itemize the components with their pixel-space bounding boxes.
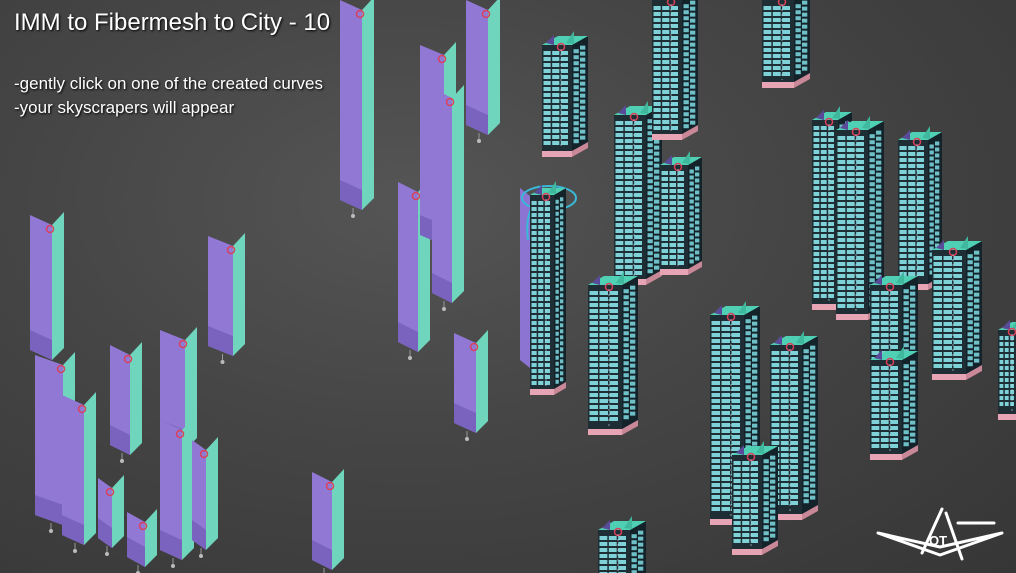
skyscraper (932, 236, 982, 380)
skyscraper (998, 320, 1016, 420)
skyscraper (530, 181, 566, 395)
instructions: -gently click on one of the created curv… (14, 72, 323, 120)
fiber-strand (312, 469, 344, 573)
page-title: IMM to Fibermesh to City - 10 (14, 9, 331, 36)
skyscraper (732, 441, 778, 555)
fiber-strand (98, 475, 124, 556)
skyscraper (598, 516, 646, 573)
fiber-strand (127, 509, 157, 573)
fiber-strand (340, 0, 374, 218)
skyscraper (762, 0, 810, 88)
instruction-line-2: -your skyscrapers will appear (14, 98, 235, 117)
fiber-strand (62, 392, 96, 553)
fiber-strand (208, 233, 245, 364)
fiber-strand (432, 85, 464, 311)
fiber-strand (454, 330, 488, 441)
logo-text: QT (929, 533, 947, 548)
fiber-strand (466, 0, 500, 143)
skyscraper (660, 151, 702, 275)
skyscraper (588, 271, 638, 435)
skyscraper (542, 31, 588, 157)
fiber-strand (160, 417, 194, 568)
skyscrapers-group (530, 0, 1016, 573)
skyscraper (652, 0, 698, 140)
signature-logo-icon: QT (876, 507, 1004, 561)
fiber-strand (30, 212, 64, 368)
instruction-line-1: -gently click on one of the created curv… (14, 74, 323, 93)
fiber-strand (110, 342, 142, 463)
skyscraper (870, 346, 918, 460)
fiber-strand (192, 437, 218, 558)
